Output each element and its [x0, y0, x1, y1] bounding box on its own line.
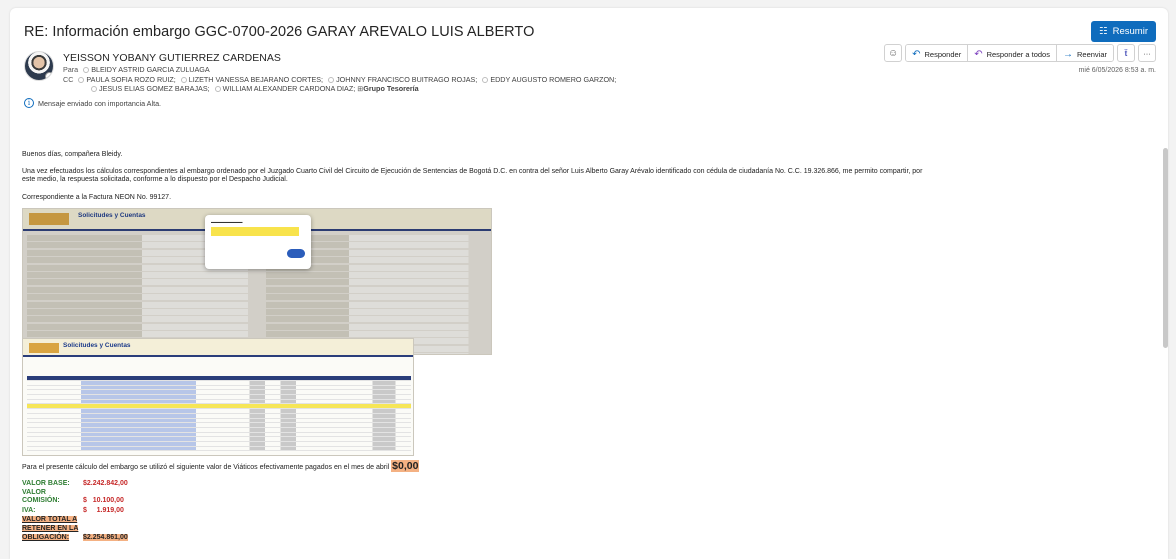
- summarize-icon: ☷: [1099, 26, 1108, 37]
- recipient-cc[interactable]: LIZETH VANESSA BEJARANO CORTES;: [189, 75, 323, 84]
- message-subject: RE: Información embargo GGC-0700-2026 GA…: [24, 24, 535, 40]
- info-icon: i: [24, 98, 34, 108]
- commission-value: $ 10.100,00: [83, 497, 124, 504]
- scrollbar[interactable]: [1163, 148, 1168, 348]
- invoice-reference: Correspondiente a la Factura NEON No. 99…: [22, 194, 172, 201]
- embedded-screenshot-table[interactable]: Solicitudes y Cuentas: [22, 338, 414, 456]
- reply-all-button[interactable]: ↶ Responder a todos: [968, 45, 1057, 61]
- base-value: $2.242.842,00: [83, 480, 128, 487]
- forward-button[interactable]: → Reenviar: [1056, 45, 1113, 61]
- to-row: Para BLEIDY ASTRID GARCIA ZULUAGA: [63, 65, 210, 74]
- screenshot-title: Solicitudes y Cuentas: [63, 342, 131, 349]
- total-label: RETENER EN LA: [22, 525, 79, 532]
- teams-share-button[interactable]: ẗ: [1117, 44, 1135, 62]
- recipient-cc[interactable]: JOHNNY FRANCISCO BUITRAGO ROJAS;: [336, 75, 477, 84]
- total-label: VALOR TOTAL A: [22, 516, 78, 523]
- base-label: VALOR BASE:: [22, 480, 70, 487]
- forward-icon: →: [1062, 48, 1073, 60]
- presence-ring-icon: [91, 85, 97, 92]
- reply-label: Responder: [924, 49, 962, 59]
- cc-label: CC: [63, 75, 74, 84]
- viaticos-text: Para el presente cálculo del embargo se …: [22, 464, 390, 471]
- importance-text: Mensaje enviado con importancia Alta.: [38, 98, 162, 108]
- alert-dialog: ▬▬▬▬▬▬▬▬▬: [205, 215, 311, 269]
- presence-ring-icon: [78, 76, 85, 83]
- more-actions-button[interactable]: ···: [1138, 44, 1156, 62]
- presence-icon: [45, 72, 53, 80]
- emoji-react-button[interactable]: ☺: [884, 44, 903, 62]
- dialog-text-lines: ▬▬▬▬▬▬▬▬▬: [211, 220, 243, 224]
- reading-pane: RE: Información embargo GGC-0700-2026 GA…: [10, 8, 1168, 559]
- cc-row: CC PAULA SOFIA ROZO RUIZ; LIZETH VANESSA…: [63, 75, 683, 93]
- body-paragraph: este medio, la respuesta solicitada, con…: [22, 176, 288, 183]
- recipient-cc[interactable]: JESUS ELIAS GOMEZ BARAJAS;: [99, 84, 210, 93]
- body-paragraph: Una vez efectuados los cálculos correspo…: [22, 168, 923, 175]
- summarize-label: Resumir: [1112, 26, 1148, 37]
- summarize-button[interactable]: ☷ Resumir: [1091, 21, 1156, 42]
- dialog-highlight: [211, 227, 299, 236]
- message-actions: ☺ ↶ Responder ↶ Responder a todos → Reenvia…: [884, 44, 1156, 62]
- recipient-cc[interactable]: EDDY AUGUSTO ROMERO GARZON;: [490, 75, 616, 84]
- presence-ring-icon: [83, 66, 90, 73]
- presence-ring-icon: [328, 76, 335, 83]
- reply-group: ↶ Responder ↶ Responder a todos → Reenviar: [905, 44, 1114, 62]
- total-value: $2.254.861,00: [83, 534, 128, 541]
- recipient-to[interactable]: BLEIDY ASTRID GARCIA ZULUAGA: [91, 65, 210, 74]
- results-table: [27, 376, 411, 452]
- commission-label: VALOR: [22, 489, 46, 496]
- importance-notice: i Mensaje enviado con importancia Alta.: [24, 98, 161, 108]
- smiley-icon: ☺: [888, 47, 899, 59]
- reply-all-label: Responder a todos: [986, 49, 1050, 59]
- iva-label: IVA:: [22, 507, 36, 514]
- viaticos-line: Para el presente cálculo del embargo se …: [22, 460, 420, 472]
- iva-value: $ 1.919,00: [83, 507, 124, 514]
- app-frame: RE: Información embargo GGC-0700-2026 GA…: [0, 0, 1176, 559]
- embedded-screenshot-form[interactable]: Solicitudes y Cuentas ▬▬▬▬▬▬▬▬▬: [22, 208, 492, 355]
- viaticos-value: $0,00: [391, 460, 420, 472]
- more-icon: ···: [1143, 48, 1151, 58]
- dialog-accept-button: [287, 249, 305, 258]
- forward-label: Reenviar: [1076, 49, 1107, 59]
- teams-icon: ẗ: [1124, 48, 1128, 58]
- reply-all-icon: ↶: [974, 48, 983, 60]
- greeting: Buenos días, compañera Bleidy.: [22, 151, 123, 158]
- message-date: mié 6/05/2026 8:53 a. m.: [1078, 67, 1156, 74]
- to-label: Para: [63, 65, 79, 74]
- presence-ring-icon: [214, 85, 221, 92]
- recipient-cc[interactable]: PAULA SOFIA ROZO RUIZ;: [86, 75, 175, 84]
- presence-ring-icon: [482, 76, 489, 83]
- reply-icon: ↶: [912, 48, 921, 60]
- sender-name[interactable]: YEISSON YOBANY GUTIERREZ CARDENAS: [63, 52, 281, 64]
- total-label: OBLIGACIÓN:: [22, 534, 70, 541]
- avatar[interactable]: [24, 51, 54, 81]
- commission-label: COMISIÓN:: [22, 497, 60, 504]
- reply-button[interactable]: ↶ Responder: [906, 45, 969, 61]
- recipient-cc[interactable]: WILLIAM ALEXANDER CARDONA DIAZ;: [223, 84, 356, 93]
- presence-ring-icon: [180, 76, 187, 83]
- logo-icon: [29, 343, 59, 353]
- recipient-group[interactable]: Grupo Tesorería: [363, 84, 418, 93]
- screenshot-header: Solicitudes y Cuentas: [23, 339, 413, 357]
